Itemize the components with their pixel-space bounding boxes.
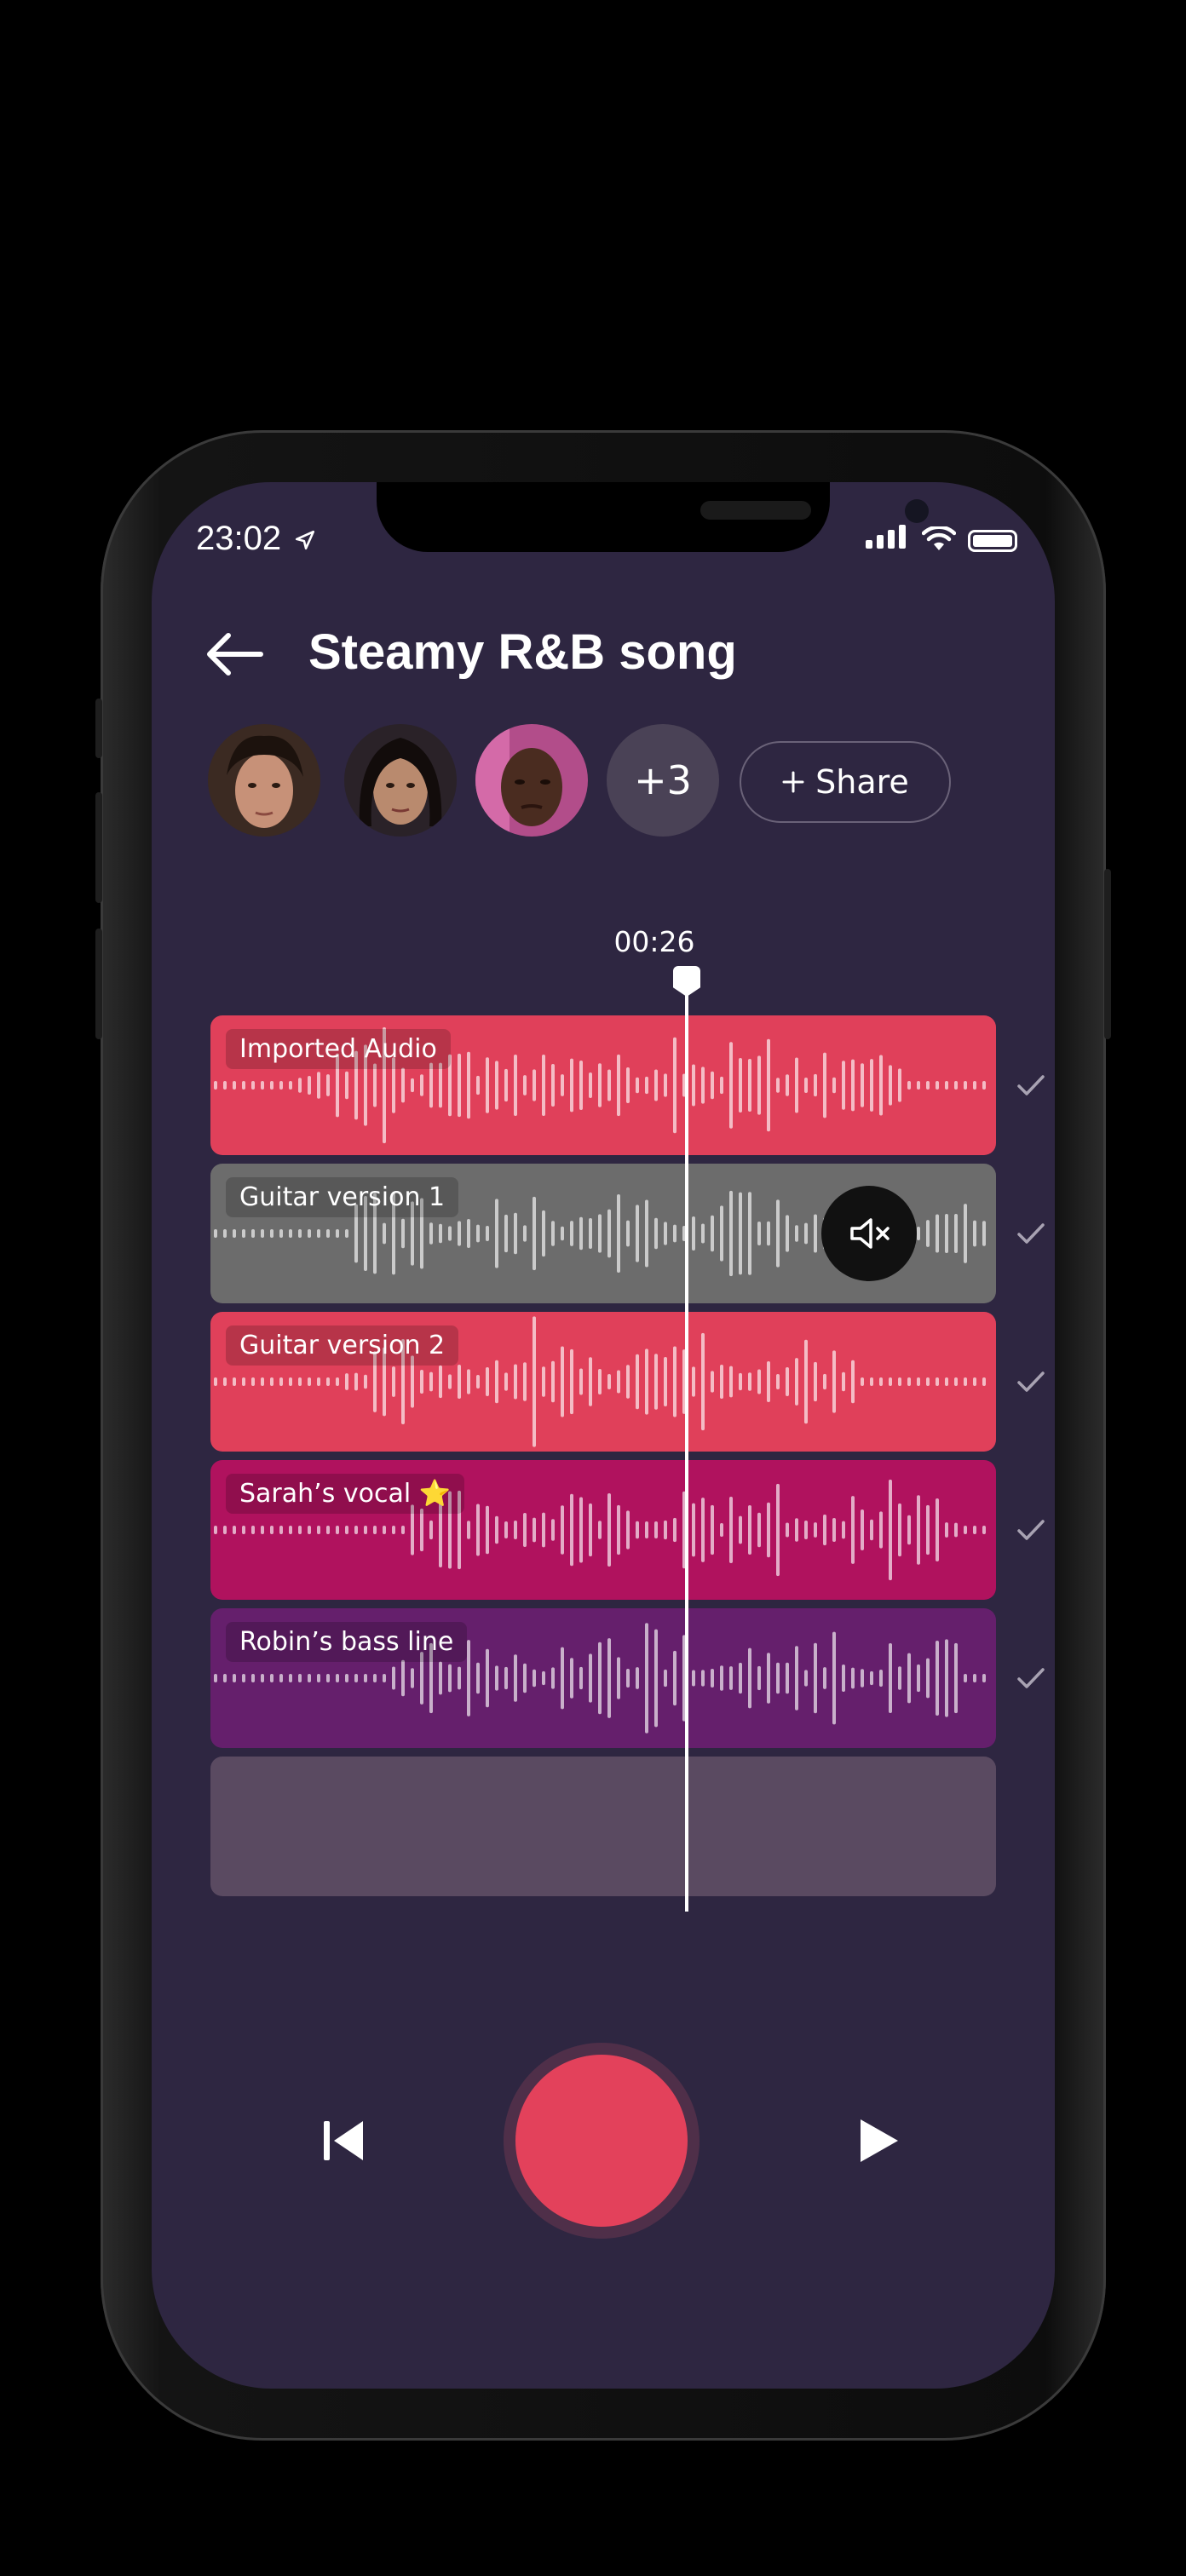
playhead-line[interactable] bbox=[685, 971, 688, 1912]
empty-track-slot[interactable] bbox=[210, 1757, 996, 1896]
check-icon[interactable] bbox=[1014, 1216, 1048, 1251]
check-icon[interactable] bbox=[1014, 1068, 1048, 1102]
track-label: Guitar version 1 bbox=[226, 1177, 459, 1217]
phone-volume-down bbox=[95, 929, 102, 1039]
playhead-time: 00:26 bbox=[613, 925, 695, 958]
avatar[interactable] bbox=[475, 724, 588, 837]
track-label: Robin’s bass line bbox=[226, 1622, 468, 1662]
mute-button[interactable] bbox=[821, 1186, 917, 1281]
speaker bbox=[700, 501, 811, 520]
track-label: Imported Audio bbox=[226, 1029, 451, 1069]
status-time-text: 23:02 bbox=[196, 520, 282, 557]
signal-icon bbox=[866, 525, 910, 552]
location-arrow-icon bbox=[296, 531, 315, 550]
skip-back-icon[interactable] bbox=[314, 2111, 373, 2171]
record-button[interactable] bbox=[515, 2055, 688, 2227]
audio-track[interactable]: Robin’s bass line bbox=[210, 1608, 996, 1748]
status-icons bbox=[866, 525, 1017, 552]
audio-track[interactable]: Imported Audio bbox=[210, 1015, 996, 1155]
audio-track[interactable]: Sarah’s vocal ⭐ bbox=[210, 1460, 996, 1600]
playhead-handle[interactable] bbox=[673, 966, 700, 997]
share-label: Share bbox=[815, 763, 909, 801]
back-arrow-icon[interactable] bbox=[204, 629, 264, 680]
track-label: Guitar version 2 bbox=[226, 1325, 459, 1366]
phone-power-button bbox=[1104, 869, 1111, 1039]
share-button[interactable]: Share bbox=[740, 741, 951, 823]
status-time: 23:02 bbox=[196, 520, 316, 558]
avatar[interactable] bbox=[208, 724, 320, 837]
avatar[interactable] bbox=[344, 724, 457, 837]
more-collaborators-button[interactable]: +3 bbox=[607, 724, 719, 837]
notch bbox=[377, 482, 929, 552]
mute-icon bbox=[850, 1218, 890, 1249]
battery-icon bbox=[968, 530, 1017, 552]
check-icon[interactable] bbox=[1014, 1513, 1048, 1547]
track-label: Sarah’s vocal ⭐ bbox=[226, 1474, 465, 1514]
phone-mute-switch bbox=[95, 699, 102, 758]
front-camera bbox=[905, 499, 929, 523]
check-icon[interactable] bbox=[1014, 1365, 1048, 1399]
audio-track[interactable]: Guitar version 2 bbox=[210, 1312, 996, 1452]
check-icon[interactable] bbox=[1014, 1661, 1048, 1695]
page-title: Steamy R&B song bbox=[308, 624, 737, 680]
phone-volume-up bbox=[95, 792, 102, 903]
play-icon[interactable] bbox=[847, 2111, 907, 2171]
app-screen: 23:02 Steamy R&B song +3 Share 00:26 Imp… bbox=[152, 482, 1055, 2389]
plus-icon bbox=[782, 771, 804, 793]
wifi-icon bbox=[922, 526, 956, 550]
